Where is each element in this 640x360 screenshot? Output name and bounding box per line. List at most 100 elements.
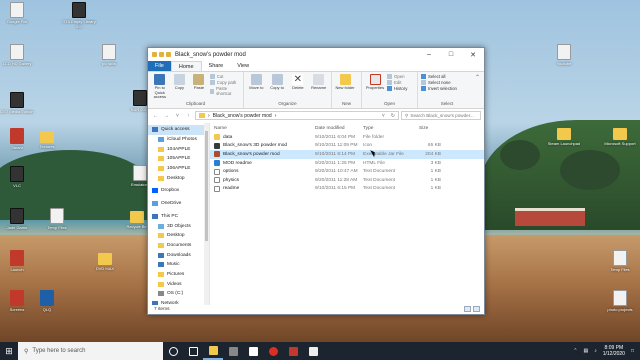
history-button[interactable]: History [387,86,407,91]
desktop-icon[interactable]: DVD MAX [88,250,122,271]
recent-locations-icon[interactable]: ˅ [173,113,182,119]
search-input[interactable]: ⚲ Search Black_snow's powder... [401,111,481,120]
task-view-button[interactable] [183,342,203,360]
quick-access-toolbar[interactable] [152,52,171,57]
desktop-icon[interactable]: GTA Empty Library 2.0 [62,2,96,29]
desktop-icon[interactable]: Google File [0,2,34,24]
file-explorer-window[interactable]: Black_snow's powder mod – □ ✕ File Home … [147,47,485,315]
new-folder-button[interactable]: New folder [335,74,355,101]
volume-icon[interactable]: ♪ [594,348,597,354]
close-button[interactable]: ✕ [462,48,484,61]
nav-item[interactable]: Downloads [148,250,209,260]
cortana-button[interactable] [163,342,183,360]
forward-arrow-icon[interactable]: → [162,113,171,119]
column-date[interactable]: Date modified [315,126,363,131]
nav-item[interactable]: OS (C:) [148,289,209,299]
copy-path-button[interactable]: Copy path [209,80,240,85]
column-type[interactable]: Type [363,126,411,131]
taskbar-store[interactable] [223,342,243,360]
desktop-icon[interactable]: VLC [0,166,34,188]
desktop-icon[interactable]: LCD HD Gallery [0,44,34,66]
taskbar-app[interactable] [303,342,323,360]
taskbar-search-box[interactable]: ⚲ Type here to search [18,342,163,360]
copy-to-button[interactable]: Copy to [268,74,287,101]
file-row[interactable]: MOD readme 9/20/2011 1:25 PM HTML File 3 KB [210,159,484,168]
desktop-icon[interactable]: Microsoft Support [603,125,637,146]
nav-item[interactable]: OneDrive [148,199,209,209]
nav-item[interactable]: Desktop [148,173,209,183]
desktop-icon[interactable]: QLQ [30,290,64,312]
desktop-icon[interactable]: Steam Launchpad [547,125,581,146]
desktop-icon[interactable]: Jade Game [0,208,34,230]
select-none-button[interactable]: Select none [421,80,457,85]
nav-item[interactable]: Videos [148,279,209,289]
cut-button[interactable]: Cut [209,74,240,79]
copy-button[interactable]: Copy [171,74,189,101]
nav-item[interactable]: 104APPLE [148,144,209,154]
start-button[interactable]: ⊞ [0,342,18,360]
scrollbar-thumb[interactable] [205,131,208,241]
details-view-icon[interactable] [464,306,471,312]
nav-item[interactable]: Desktop [148,231,209,241]
open-button[interactable]: Open [387,74,407,79]
file-row[interactable]: options 9/20/2011 10:47 AM Text Document 1 … [210,167,484,176]
desktop-icon[interactable]: Temp Files [40,208,74,230]
address-bar[interactable]: › Black_snow's powder mod › ˅ ↻ [195,111,399,120]
file-row[interactable]: physics 9/20/2011 11:28 AM Text Document 1 … [210,176,484,185]
nav-item[interactable]: 3D Objects [148,221,209,231]
taskbar-mail[interactable] [243,342,263,360]
desktop-icon[interactable]: pic stills [92,44,126,66]
file-row[interactable]: Black_snow's 3D powder mod 9/10/2011 11:0… [210,142,484,151]
edit-button[interactable]: Edit [387,80,407,85]
rename-button[interactable]: Rename [309,74,328,101]
desktop-icon[interactable]: Textures [30,128,64,149]
delete-button[interactable]: ✕ Delete [289,74,308,101]
navigation-pane[interactable]: Quick access iCloud Photos 104APPLE 105APPL… [148,123,210,305]
tab-home[interactable]: Home [170,61,202,71]
show-hidden-icons-icon[interactable]: ⌃ [573,348,577,354]
nav-item[interactable]: 106APPLE [148,164,209,174]
desktop-icon[interactable]: Temp Files [603,250,637,272]
column-size[interactable]: Size [411,126,451,131]
nav-item[interactable]: Documents [148,241,209,251]
taskbar-file-explorer[interactable] [203,342,223,360]
desktop-icon[interactable]: Screens [0,290,34,312]
maximize-button[interactable]: □ [440,48,462,61]
large-icons-view-icon[interactable] [473,306,480,312]
file-row[interactable]: Black_snow's powder mod 9/10/2011 6:14 PM… [210,150,484,159]
back-arrow-icon[interactable]: ← [151,113,160,119]
address-path-folder[interactable]: Black_snow's powder mod [213,113,272,119]
invert-selection-button[interactable]: Invert selection [421,86,457,91]
file-row[interactable]: data 9/10/2011 6:04 PM File folder [210,133,484,142]
column-name[interactable]: Name [210,126,315,131]
nav-item[interactable]: Music [148,260,209,270]
network-icon[interactable]: ▤ [583,348,588,354]
move-to-button[interactable]: Move to [247,74,266,101]
taskbar-app[interactable] [283,342,303,360]
nav-item[interactable]: Pictures [148,270,209,280]
notifications-icon[interactable]: □ [631,348,634,354]
clock[interactable]: 8:09 PM 1/12/2020 [603,345,625,357]
desktop-icon[interactable]: photo projects [603,290,637,312]
file-row[interactable]: readme 9/10/2011 6:15 PM Text Document 1 KB [210,185,484,194]
nav-item[interactable]: This PC [148,212,209,222]
nav-scrollbar[interactable] [204,123,209,305]
nav-item[interactable]: Dropbox [148,186,209,196]
desktop-icon[interactable]: Launch [0,250,34,272]
ribbon-collapse-icon[interactable]: ⌃ [475,74,480,81]
up-arrow-icon[interactable]: ↑ [184,113,193,119]
tab-file[interactable]: File [148,61,171,71]
address-dropdown-icon[interactable]: ˅ [382,113,385,119]
minimize-button[interactable]: – [418,48,440,61]
desktop-icon[interactable]: Youtube [547,44,581,66]
refresh-icon[interactable]: ↻ [391,113,395,119]
desktop-icon[interactable]: Steam [0,128,34,150]
nav-item[interactable]: 105APPLE [148,154,209,164]
tab-view[interactable]: View [230,61,256,71]
desktop-icon[interactable]: DS7 Media Edition [0,92,34,114]
properties-button[interactable]: Properties [365,74,385,101]
tab-share[interactable]: Share [202,61,231,71]
pin-quick-access-button[interactable]: Pin to Quick access [151,74,169,101]
select-all-button[interactable]: Select all [421,74,457,79]
title-bar[interactable]: Black_snow's powder mod – □ ✕ [148,48,484,61]
